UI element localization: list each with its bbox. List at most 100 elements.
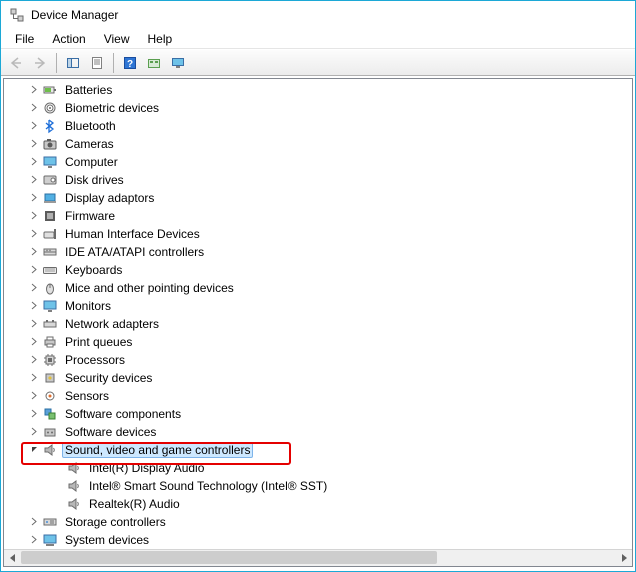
horizontal-scrollbar[interactable] bbox=[4, 549, 632, 566]
chevron-right-icon[interactable] bbox=[26, 352, 42, 368]
chevron-right-icon[interactable] bbox=[26, 172, 42, 188]
node-network-label: Network adapters bbox=[62, 317, 162, 331]
menu-help[interactable]: Help bbox=[140, 30, 181, 48]
chevron-right-icon[interactable] bbox=[26, 118, 42, 134]
software-device-icon bbox=[42, 424, 58, 440]
scan-hardware-button[interactable] bbox=[143, 52, 165, 74]
node-sound[interactable]: Sound, video and game controllers bbox=[4, 441, 632, 459]
node-processors-label: Processors bbox=[62, 353, 128, 367]
titlebar: Device Manager bbox=[1, 1, 635, 30]
chevron-right-icon[interactable] bbox=[26, 262, 42, 278]
chevron-right-icon[interactable] bbox=[26, 298, 42, 314]
properties-button[interactable] bbox=[86, 52, 108, 74]
node-monitors[interactable]: Monitors bbox=[4, 297, 632, 315]
node-intel-display-audio[interactable]: Intel(R) Display Audio bbox=[4, 459, 632, 477]
node-processors[interactable]: Processors bbox=[4, 351, 632, 369]
node-security[interactable]: Security devices bbox=[4, 369, 632, 387]
processor-icon bbox=[42, 352, 58, 368]
node-computer[interactable]: Computer bbox=[4, 153, 632, 171]
chevron-right-icon[interactable] bbox=[26, 82, 42, 98]
chevron-down-icon[interactable] bbox=[26, 442, 42, 458]
node-realtek-audio-label: Realtek(R) Audio bbox=[86, 497, 183, 511]
node-disk[interactable]: Disk drives bbox=[4, 171, 632, 189]
svg-text:?: ? bbox=[127, 59, 133, 70]
chevron-right-icon[interactable] bbox=[26, 316, 42, 332]
node-cameras-label: Cameras bbox=[62, 137, 117, 151]
node-mice[interactable]: Mice and other pointing devices bbox=[4, 279, 632, 297]
menu-action[interactable]: Action bbox=[44, 30, 93, 48]
node-firmware[interactable]: Firmware bbox=[4, 207, 632, 225]
speaker-icon bbox=[66, 460, 82, 476]
toolbar-separator bbox=[56, 53, 57, 73]
chevron-right-icon[interactable] bbox=[26, 154, 42, 170]
node-biometric[interactable]: Biometric devices bbox=[4, 99, 632, 117]
chevron-right-icon[interactable] bbox=[26, 424, 42, 440]
node-batteries-label: Batteries bbox=[62, 83, 115, 97]
scrollbar-thumb[interactable] bbox=[21, 551, 437, 564]
show-hide-tree-button[interactable] bbox=[62, 52, 84, 74]
menu-file[interactable]: File bbox=[7, 30, 42, 48]
node-network[interactable]: Network adapters bbox=[4, 315, 632, 333]
chevron-right-icon[interactable] bbox=[26, 334, 42, 350]
chevron-right-icon[interactable] bbox=[26, 280, 42, 296]
chevron-right-icon[interactable] bbox=[26, 406, 42, 422]
node-swdev[interactable]: Software devices bbox=[4, 423, 632, 441]
node-printq-label: Print queues bbox=[62, 335, 135, 349]
device-tree[interactable]: Batteries Biometric devices Bluetooth Camer… bbox=[4, 79, 632, 549]
chevron-right-icon[interactable] bbox=[26, 208, 42, 224]
node-disk-label: Disk drives bbox=[62, 173, 127, 187]
chevron-right-icon[interactable] bbox=[26, 100, 42, 116]
node-sensors-label: Sensors bbox=[62, 389, 112, 403]
help-button[interactable]: ? bbox=[119, 52, 141, 74]
node-hid[interactable]: Human Interface Devices bbox=[4, 225, 632, 243]
node-system[interactable]: System devices bbox=[4, 531, 632, 549]
node-cameras[interactable]: Cameras bbox=[4, 135, 632, 153]
display-adapter-icon bbox=[42, 190, 58, 206]
menubar: File Action View Help bbox=[1, 30, 635, 49]
node-display-label: Display adaptors bbox=[62, 191, 157, 205]
chevron-right-icon[interactable] bbox=[26, 136, 42, 152]
node-computer-label: Computer bbox=[62, 155, 121, 169]
software-component-icon bbox=[42, 406, 58, 422]
back-button[interactable] bbox=[5, 52, 27, 74]
node-bluetooth-label: Bluetooth bbox=[62, 119, 119, 133]
expander-empty bbox=[50, 496, 66, 512]
bluetooth-icon bbox=[42, 118, 58, 134]
monitor-button[interactable] bbox=[167, 52, 189, 74]
node-mice-label: Mice and other pointing devices bbox=[62, 281, 237, 295]
node-display[interactable]: Display adaptors bbox=[4, 189, 632, 207]
scrollbar-track[interactable] bbox=[21, 549, 615, 566]
node-security-label: Security devices bbox=[62, 371, 155, 385]
node-intel-display-audio-label: Intel(R) Display Audio bbox=[86, 461, 207, 475]
node-swcomp[interactable]: Software components bbox=[4, 405, 632, 423]
node-keyboards[interactable]: Keyboards bbox=[4, 261, 632, 279]
chevron-right-icon[interactable] bbox=[26, 244, 42, 260]
speaker-icon bbox=[42, 442, 58, 458]
scroll-left-icon[interactable] bbox=[4, 549, 21, 566]
node-sound-label: Sound, video and game controllers bbox=[62, 442, 253, 458]
node-realtek-audio[interactable]: Realtek(R) Audio bbox=[4, 495, 632, 513]
chevron-right-icon[interactable] bbox=[26, 370, 42, 386]
monitor-icon bbox=[42, 298, 58, 314]
chevron-right-icon[interactable] bbox=[26, 532, 42, 548]
node-storage[interactable]: Storage controllers bbox=[4, 513, 632, 531]
mouse-icon bbox=[42, 280, 58, 296]
menu-view[interactable]: View bbox=[96, 30, 138, 48]
node-intel-sst[interactable]: Intel® Smart Sound Technology (Intel® SS… bbox=[4, 477, 632, 495]
storage-icon bbox=[42, 514, 58, 530]
node-batteries[interactable]: Batteries bbox=[4, 81, 632, 99]
chevron-right-icon[interactable] bbox=[26, 190, 42, 206]
scroll-right-icon[interactable] bbox=[615, 549, 632, 566]
forward-button[interactable] bbox=[29, 52, 51, 74]
node-swdev-label: Software devices bbox=[62, 425, 159, 439]
chevron-right-icon[interactable] bbox=[26, 514, 42, 530]
node-ide[interactable]: IDE ATA/ATAPI controllers bbox=[4, 243, 632, 261]
node-printq[interactable]: Print queues bbox=[4, 333, 632, 351]
node-bluetooth[interactable]: Bluetooth bbox=[4, 117, 632, 135]
node-sensors[interactable]: Sensors bbox=[4, 387, 632, 405]
chevron-right-icon[interactable] bbox=[26, 388, 42, 404]
expander-empty bbox=[50, 478, 66, 494]
chevron-right-icon[interactable] bbox=[26, 226, 42, 242]
node-swcomp-label: Software components bbox=[62, 407, 184, 421]
node-hid-label: Human Interface Devices bbox=[62, 227, 203, 241]
